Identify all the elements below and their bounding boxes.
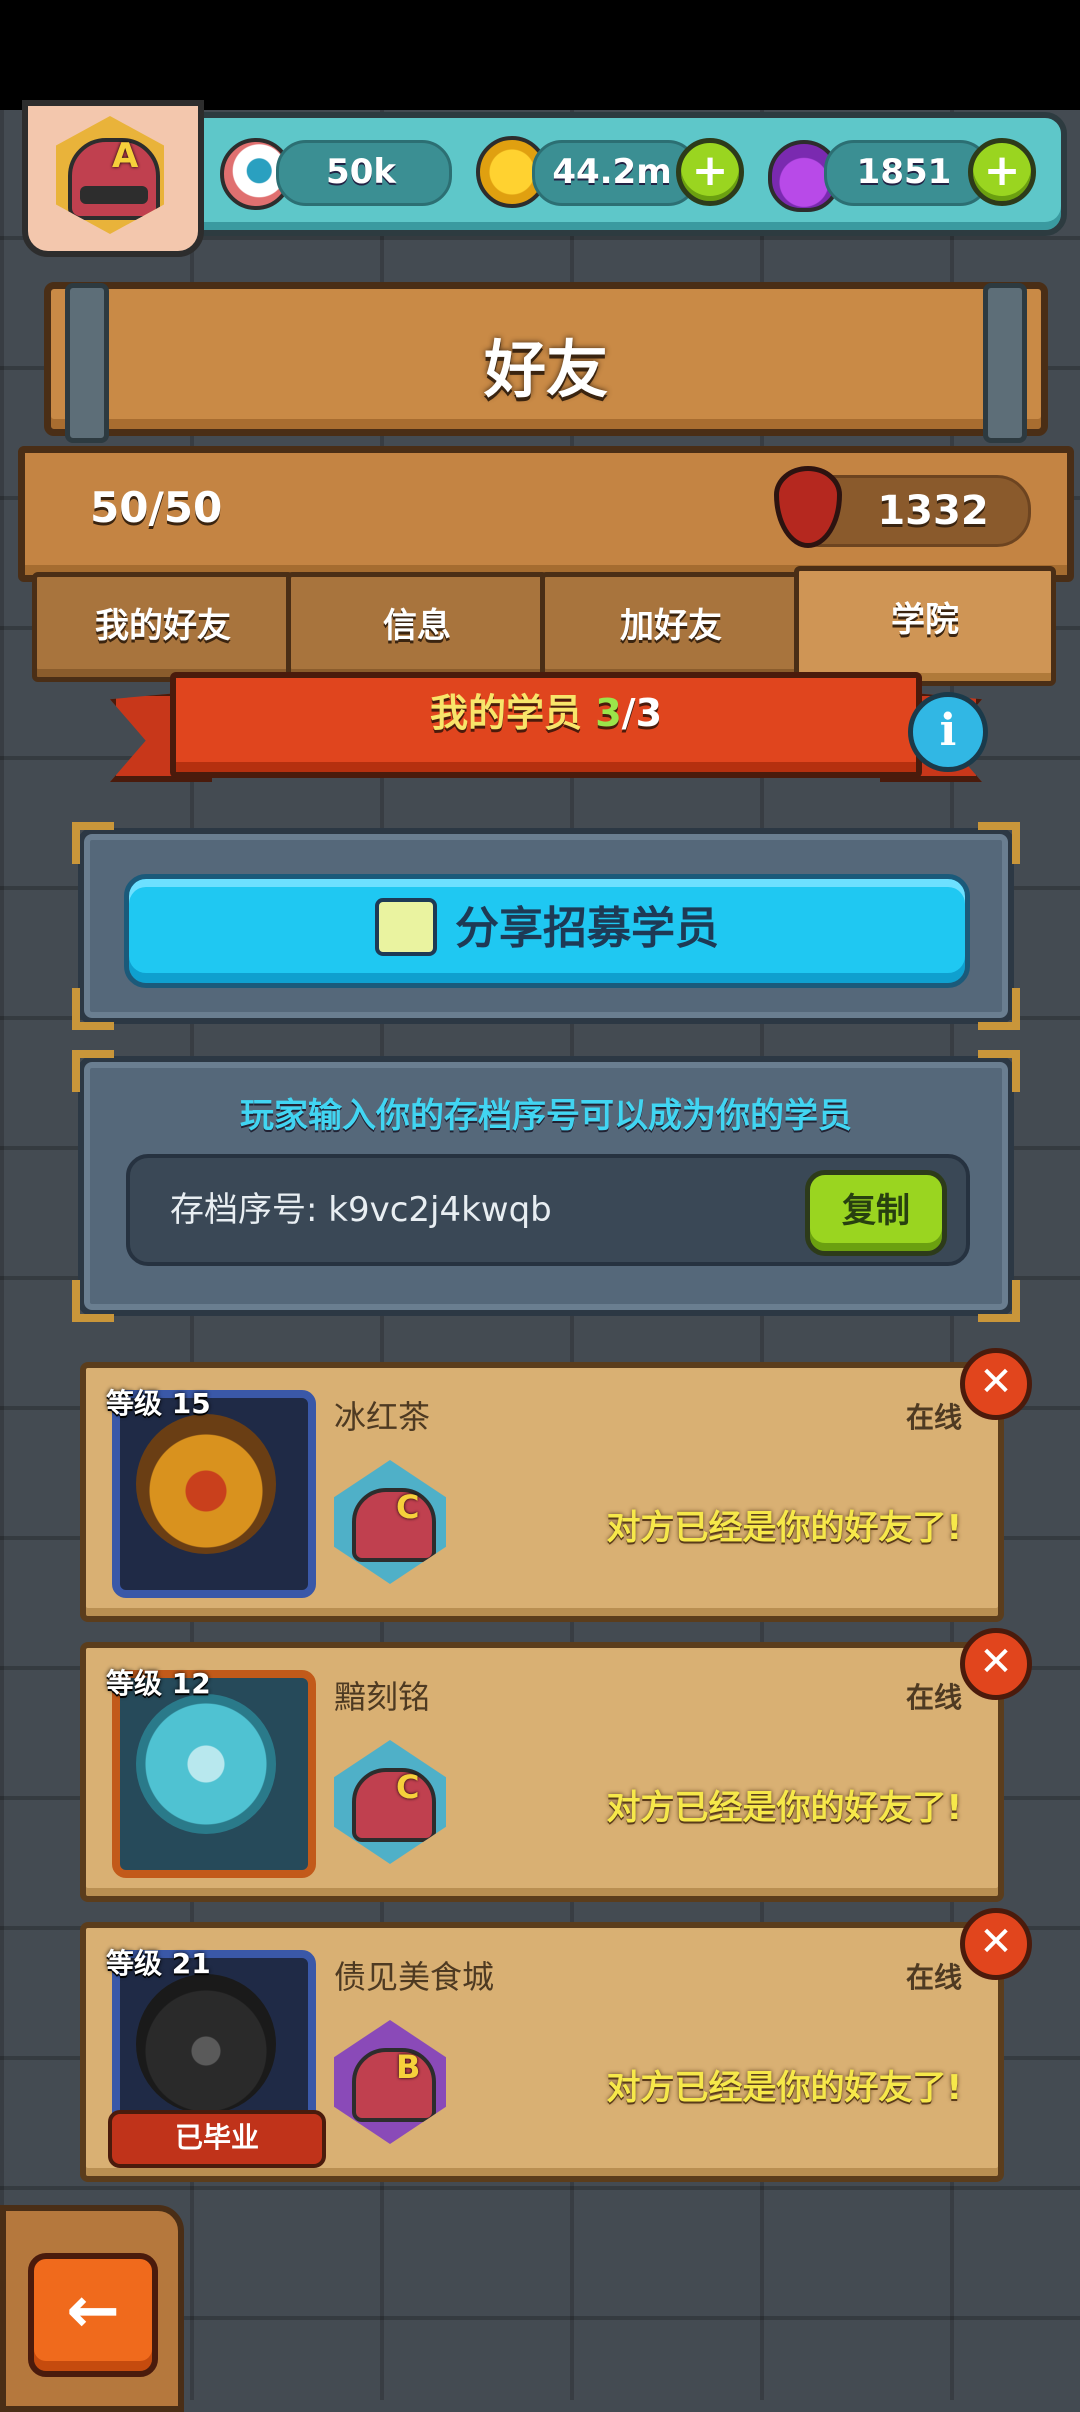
corner-br: [978, 988, 1020, 1030]
save-code-field: 存档序号: k9vc2j4kwqb 复制: [126, 1154, 970, 1266]
corner-tl: [72, 822, 114, 864]
tab-my-friends[interactable]: 我的好友: [32, 572, 294, 682]
student-rank-badge: B: [334, 2020, 446, 2144]
corner-bl: [72, 1280, 114, 1322]
title-plank: 好友: [44, 282, 1048, 443]
back-button-frame: ←: [0, 2205, 184, 2412]
rank-shield: C: [352, 1768, 436, 1842]
rank-progress: [80, 186, 148, 204]
corner-tr: [978, 822, 1020, 864]
tab-messages[interactable]: 信息: [286, 572, 548, 682]
students-separator: /: [621, 691, 636, 735]
corner-tr: [978, 1050, 1020, 1092]
corner-tl: [72, 1050, 114, 1092]
tiger-monster-icon: [136, 1414, 276, 1554]
student-rank-badge: C: [334, 1740, 446, 1864]
student-message: 对方已经是你的好友了!: [606, 2068, 962, 2108]
tab-academy[interactable]: 学院: [794, 566, 1056, 686]
rank-shield: A: [68, 136, 160, 220]
student-message: 对方已经是你的好友了!: [606, 1788, 962, 1828]
invite-code-panel: 玩家输入你的存档序号可以成为你的学员 存档序号: k9vc2j4kwqb 复制: [72, 1050, 1020, 1322]
resource-bar: 50k 44.2m + 1851 +: [150, 112, 1067, 236]
share-icon: [375, 898, 437, 956]
blood-pill: 1332: [774, 466, 1031, 548]
friends-count-plank: 50/50 1332: [18, 446, 1074, 582]
student-rank-badge: C: [334, 1460, 446, 1584]
students-total: 3: [635, 691, 663, 735]
back-button[interactable]: ←: [28, 2253, 158, 2377]
rank-hex: A: [56, 116, 164, 234]
copy-button[interactable]: 复制: [805, 1170, 947, 1256]
student-name: 冰红茶: [334, 1398, 431, 1436]
rank-shield: B: [352, 2048, 436, 2122]
student-level: 等级 21: [106, 1947, 211, 1980]
status-bar: [0, 0, 1080, 110]
invite-description: 玩家输入你的存档序号可以成为你的学员: [240, 1096, 852, 1136]
tab-bar: 我的好友 信息 加好友 学院: [32, 566, 1056, 686]
student-name: 黯刻铭: [334, 1678, 431, 1716]
share-recruit-label: 分享招募学员: [455, 903, 719, 954]
remove-student-button[interactable]: ✕: [960, 1628, 1032, 1700]
player-rank-letter: A: [112, 136, 139, 176]
potion-value: 1851: [856, 152, 952, 192]
blood-drop-icon: [774, 466, 842, 548]
student-rank-letter: C: [396, 1488, 420, 1526]
remove-student-button[interactable]: ✕: [960, 1908, 1032, 1980]
students-banner: 我的学员 3/3: [170, 672, 922, 778]
online-status: 在线: [905, 1681, 962, 1714]
student-level: 等级 12: [106, 1667, 211, 1700]
students-label: 我的学员: [429, 691, 596, 735]
students-count: 我的学员 3/3: [176, 682, 916, 737]
remove-student-button[interactable]: ✕: [960, 1348, 1032, 1420]
add-potion-button[interactable]: +: [968, 138, 1036, 206]
fish-monster-icon: [136, 1694, 276, 1834]
student-level: 等级 15: [106, 1387, 211, 1420]
online-status: 在线: [905, 1961, 962, 1994]
player-rank-badge[interactable]: A: [22, 100, 204, 257]
eyeball-value: 50k: [326, 152, 396, 192]
share-recruit-button[interactable]: 分享招募学员: [124, 874, 970, 988]
student-card: 等级 15 冰红茶 在线 C 对方已经是你的好友了!: [80, 1362, 1004, 1622]
student-rank-letter: B: [396, 2048, 421, 2086]
page-title: 好友: [483, 333, 608, 406]
tab-add-friend[interactable]: 加好友: [540, 572, 802, 682]
students-current: 3: [595, 691, 622, 735]
horned-monster-icon: [136, 1974, 276, 2114]
student-rank-letter: C: [396, 1768, 420, 1806]
info-button[interactable]: i: [908, 692, 988, 772]
corner-br: [978, 1280, 1020, 1322]
friends-count: 50/50: [90, 483, 223, 532]
graduated-badge: 已毕业: [108, 2110, 326, 2168]
share-panel: 分享招募学员: [72, 822, 1020, 1030]
student-name: 债见美食城: [334, 1958, 495, 1996]
corner-bl: [72, 988, 114, 1030]
rank-shield: C: [352, 1488, 436, 1562]
student-card: 等级 12 黯刻铭 在线 C 对方已经是你的好友了!: [80, 1642, 1004, 1902]
blood-value: 1332: [877, 488, 989, 534]
save-code-text: 存档序号: k9vc2j4kwqb: [170, 1190, 552, 1230]
coins-value: 44.2m: [552, 152, 672, 192]
add-coins-button[interactable]: +: [676, 138, 744, 206]
online-status: 在线: [905, 1401, 962, 1434]
student-card: 等级 21 已毕业 债见美食城 在线 B 对方已经是你的好友了!: [80, 1922, 1004, 2182]
student-message: 对方已经是你的好友了!: [606, 1508, 962, 1548]
